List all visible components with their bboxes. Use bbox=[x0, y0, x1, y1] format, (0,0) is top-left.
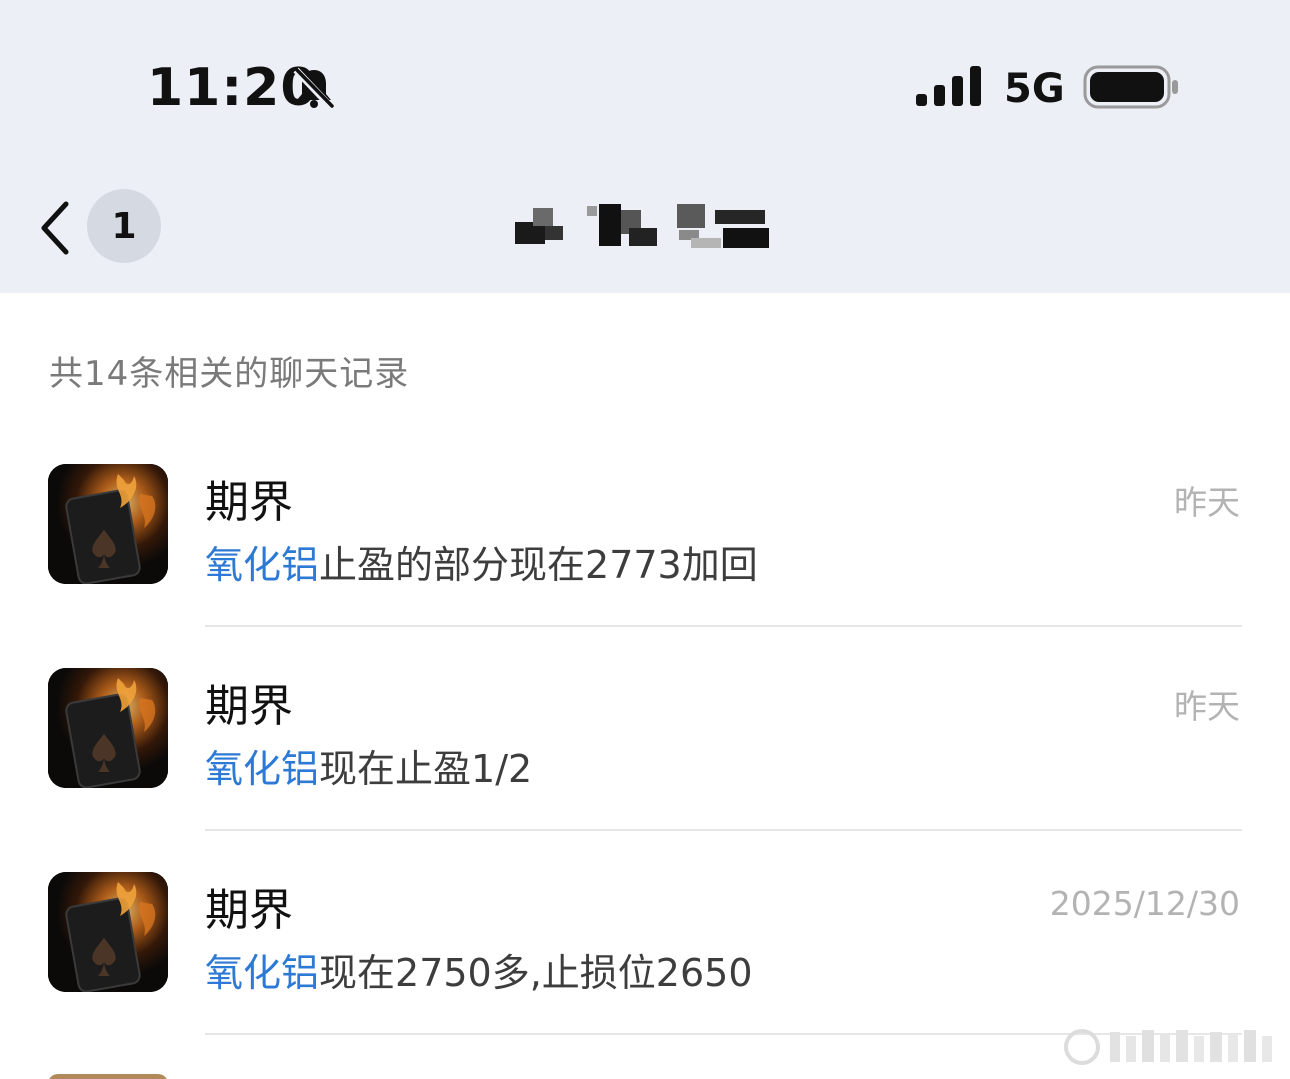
back-unread-badge[interactable]: 1 bbox=[87, 189, 161, 263]
divider bbox=[205, 625, 1242, 627]
search-result-count: 共14条相关的聊天记录 bbox=[49, 354, 410, 394]
message-text: 现在止盈1/2 bbox=[319, 747, 533, 791]
message-preview: 氧化铝现在止盈1/2 bbox=[205, 738, 532, 793]
back-chevron-icon[interactable] bbox=[36, 196, 76, 260]
burning-card-image bbox=[48, 668, 168, 788]
sender-name: 期界 bbox=[205, 477, 293, 528]
bell-muted-icon bbox=[293, 67, 335, 111]
avatar bbox=[48, 668, 168, 788]
top-bar: 11:20 5G 1 bbox=[0, 0, 1290, 293]
message-text: 止盈的部分现在2773加回 bbox=[319, 543, 758, 587]
divider bbox=[205, 829, 1242, 831]
battery-icon bbox=[1083, 65, 1178, 109]
keyword-highlight: 氧化铝 bbox=[205, 951, 320, 995]
message-date: 2025/12/30 bbox=[1049, 884, 1240, 923]
message-preview: 氧化铝止盈的部分现在2773加回 bbox=[205, 534, 758, 589]
sender-name: 期界 bbox=[205, 681, 293, 732]
avatar bbox=[48, 872, 168, 992]
burning-card-image bbox=[48, 872, 168, 992]
platform-watermark-logo bbox=[1064, 1029, 1272, 1065]
sender-name: 期界 bbox=[205, 885, 293, 936]
search-result-item[interactable]: 期界 昨天 氧化铝止盈的部分现在2773加回 bbox=[0, 464, 1290, 668]
keyword-highlight: 氧化铝 bbox=[205, 747, 320, 791]
network-type: 5G bbox=[1004, 66, 1065, 112]
burning-card-image bbox=[48, 464, 168, 584]
message-text: 现在2750多,止损位2650 bbox=[319, 951, 753, 995]
cellular-signal-icon bbox=[916, 66, 981, 106]
message-preview: 氧化铝现在2750多,止损位2650 bbox=[205, 942, 753, 997]
avatar bbox=[48, 464, 168, 584]
search-result-item[interactable]: 期界 昨天 氧化铝现在止盈1/2 bbox=[0, 668, 1290, 872]
keyword-highlight: 氧化铝 bbox=[205, 543, 320, 587]
next-result-avatar-partial bbox=[48, 1074, 168, 1079]
message-date: 昨天 bbox=[1174, 687, 1240, 726]
message-date: 昨天 bbox=[1174, 483, 1240, 522]
chat-title-redacted bbox=[515, 200, 770, 250]
